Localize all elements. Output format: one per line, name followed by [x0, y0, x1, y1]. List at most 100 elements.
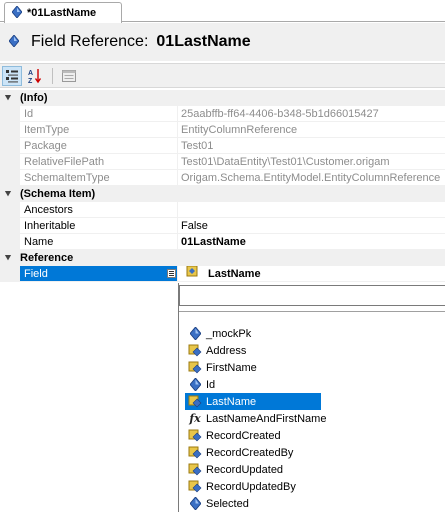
- field-value-text: LastName: [208, 267, 261, 280]
- row-margin: [0, 218, 20, 234]
- dropdown-item[interactable]: RecordUpdated: [185, 461, 321, 478]
- field-icon: [187, 360, 203, 376]
- row-margin: [0, 138, 20, 154]
- collapse-icon[interactable]: ⯆: [0, 93, 16, 104]
- property-value[interactable]: False: [178, 218, 445, 234]
- dropdown-separator: [179, 311, 445, 312]
- property-value[interactable]: Origam.Schema.EntityModel.EntityColumnRe…: [178, 170, 445, 186]
- property-grid-toolbar: A Z: [0, 63, 445, 88]
- property-name: Id: [20, 106, 178, 122]
- property-row-id[interactable]: Id 25aabffb-ff64-4406-b348-5b1d66015427: [0, 106, 445, 122]
- row-margin: [0, 266, 20, 282]
- dropdown-item-label: LastName: [206, 395, 257, 408]
- document-tab-strip: *01LastName: [0, 0, 445, 23]
- dropdown-item[interactable]: Selected: [185, 495, 321, 512]
- property-value[interactable]: Test01: [178, 138, 445, 154]
- property-name: RelativeFilePath: [20, 154, 178, 170]
- row-margin: [0, 106, 20, 122]
- field-icon: [187, 428, 203, 444]
- field-icon: [187, 479, 203, 495]
- dropdown-item[interactable]: RecordCreated: [185, 427, 321, 444]
- pk-field-icon: [187, 326, 203, 342]
- dropdown-item-label: RecordCreatedBy: [206, 446, 294, 459]
- category-schema-item[interactable]: ⯆ (Schema Item): [0, 186, 445, 202]
- dropdown-list: _mockPk Address FirstName Id LastName fx LastN…: [185, 325, 326, 512]
- property-pages-icon: [62, 69, 76, 82]
- category-info[interactable]: ⯆ (Info): [0, 90, 445, 106]
- categorized-button[interactable]: [2, 65, 22, 86]
- field-icon: [187, 343, 203, 359]
- property-row-relativefilepath[interactable]: RelativeFilePath Test01\DataEntity\Test0…: [0, 154, 445, 170]
- collapse-icon[interactable]: ⯆: [0, 253, 16, 264]
- dropdown-item[interactable]: RecordUpdatedBy: [185, 478, 321, 495]
- dropdown-item-label: RecordCreated: [206, 429, 281, 442]
- pk-field-icon: [187, 496, 203, 512]
- dropdown-button[interactable]: [167, 269, 176, 278]
- function-icon: fx: [189, 412, 201, 425]
- row-margin: [0, 202, 20, 218]
- dropdown-item-label: LastNameAndFirstName: [206, 412, 327, 425]
- property-row-schemaitemtype[interactable]: SchemaItemType Origam.Schema.EntityModel…: [0, 170, 445, 186]
- property-name: Name: [20, 234, 178, 250]
- property-name: Ancestors: [20, 202, 178, 218]
- grid-empty-area: [0, 283, 178, 512]
- dropdown-item[interactable]: RecordCreatedBy: [185, 444, 321, 461]
- field-reference-icon: [8, 33, 20, 50]
- property-value[interactable]: 25aabffb-ff64-4406-b348-5b1d66015427: [178, 106, 445, 122]
- dropdown-item-label: Selected: [206, 497, 249, 510]
- property-row-name[interactable]: Name 01LastName: [0, 234, 445, 250]
- property-row-inheritable[interactable]: Inheritable False: [0, 218, 445, 234]
- dropdown-search-input[interactable]: [179, 285, 445, 306]
- property-pages-button[interactable]: [59, 66, 79, 86]
- document-tab[interactable]: *01LastName: [4, 2, 122, 23]
- dropdown-item-label: _mockPk: [206, 327, 252, 340]
- row-margin: [0, 122, 20, 138]
- dropdown-item[interactable]: LastName: [185, 393, 321, 410]
- field-dropdown[interactable]: _mockPk Address FirstName Id LastName fx LastN…: [178, 283, 445, 512]
- property-row-itemtype[interactable]: ItemType EntityColumnReference: [0, 122, 445, 138]
- field-icon: [186, 266, 198, 281]
- pk-field-icon: [187, 377, 203, 393]
- field-icon: [187, 394, 203, 410]
- header-label: Field Reference:: [31, 33, 149, 50]
- category-reference[interactable]: ⯆ Reference: [0, 250, 445, 266]
- dropdown-item[interactable]: FirstName: [185, 359, 321, 376]
- property-value[interactable]: [178, 202, 445, 218]
- field-reference-icon: [11, 4, 23, 21]
- dropdown-item-label: Address: [206, 344, 247, 357]
- dropdown-item-label: FirstName: [206, 361, 257, 374]
- property-value[interactable]: EntityColumnReference: [178, 122, 445, 138]
- property-name: Inheritable: [20, 218, 178, 234]
- header-name: 01LastName: [156, 33, 251, 50]
- dropdown-item-label: RecordUpdated: [206, 463, 284, 476]
- property-name: ItemType: [20, 122, 178, 138]
- toolbar-separator: [52, 67, 53, 84]
- property-value[interactable]: Test01\DataEntity\Test01\Customer.origam: [178, 154, 445, 170]
- row-margin: [0, 154, 20, 170]
- property-name: SchemaItemType: [20, 170, 178, 186]
- property-name: Field: [20, 266, 178, 282]
- property-grid: ⯆ (Info) Id 25aabffb-ff64-4406-b348-5b1d…: [0, 90, 445, 282]
- dropdown-item[interactable]: Address: [185, 342, 321, 359]
- dropdown-item[interactable]: fx LastNameAndFirstName: [185, 410, 326, 427]
- alphabetical-icon: A Z: [28, 68, 42, 84]
- categorized-icon: [6, 69, 18, 82]
- dropdown-item-label: Id: [206, 378, 216, 391]
- dropdown-item[interactable]: _mockPk: [185, 325, 321, 342]
- alphabetical-button[interactable]: A Z: [25, 66, 45, 86]
- property-row-field[interactable]: Field LastName: [0, 266, 445, 282]
- dropdown-item[interactable]: Id: [185, 376, 321, 393]
- property-name: Package: [20, 138, 178, 154]
- collapse-icon[interactable]: ⯆: [0, 189, 16, 200]
- document-tab-label: *01LastName: [27, 7, 97, 19]
- row-margin: [0, 170, 20, 186]
- property-value[interactable]: 01LastName: [178, 234, 445, 250]
- svg-text:Z: Z: [28, 78, 33, 84]
- dropdown-item-label: RecordUpdatedBy: [206, 480, 296, 493]
- property-row-ancestors[interactable]: Ancestors: [0, 202, 445, 218]
- property-value[interactable]: LastName: [178, 266, 445, 282]
- row-margin: [0, 234, 20, 250]
- svg-text:A: A: [28, 70, 33, 77]
- property-row-package[interactable]: Package Test01: [0, 138, 445, 154]
- field-icon: [187, 462, 203, 478]
